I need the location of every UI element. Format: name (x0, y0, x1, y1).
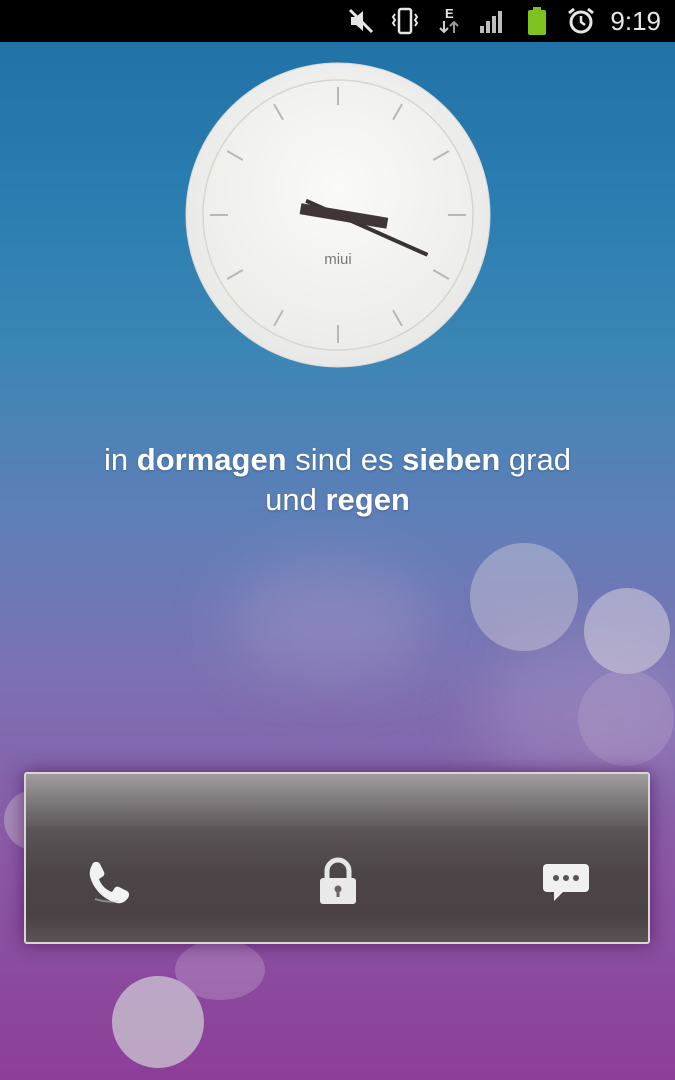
vibrate-icon (390, 6, 420, 36)
battery-icon (522, 6, 552, 36)
weather-text: in dormagen sind es sieben grad und rege… (0, 440, 675, 520)
background-haze (230, 560, 430, 680)
clock-brand: miui (324, 251, 352, 268)
alarm-icon (566, 6, 596, 36)
status-time: 9:19 (610, 5, 661, 36)
signal-icon (478, 6, 508, 36)
panel-shine (26, 774, 648, 826)
lock-icon (316, 856, 360, 913)
mute-icon (346, 6, 376, 36)
weather-temperature: sieben (402, 442, 501, 477)
unlock-button[interactable] (308, 854, 368, 914)
bokeh-circle (470, 543, 578, 651)
bokeh-circle (584, 588, 670, 674)
weather-line-1: in dormagen sind es sieben grad (104, 442, 571, 477)
phone-button[interactable] (78, 854, 138, 914)
status-bar: E 9:19 (0, 0, 675, 42)
unlock-bar[interactable] (24, 772, 650, 944)
network-e-icon: E (434, 6, 464, 36)
phone-icon (83, 857, 133, 912)
bokeh-circle (175, 940, 265, 1000)
weather-city: dormagen (136, 442, 287, 477)
analog-clock[interactable]: miui (185, 62, 491, 368)
message-icon (540, 858, 592, 911)
bokeh-circle (578, 670, 674, 766)
weather-condition: regen (325, 482, 410, 517)
weather-line-2: und regen (265, 482, 410, 517)
message-button[interactable] (536, 854, 596, 914)
